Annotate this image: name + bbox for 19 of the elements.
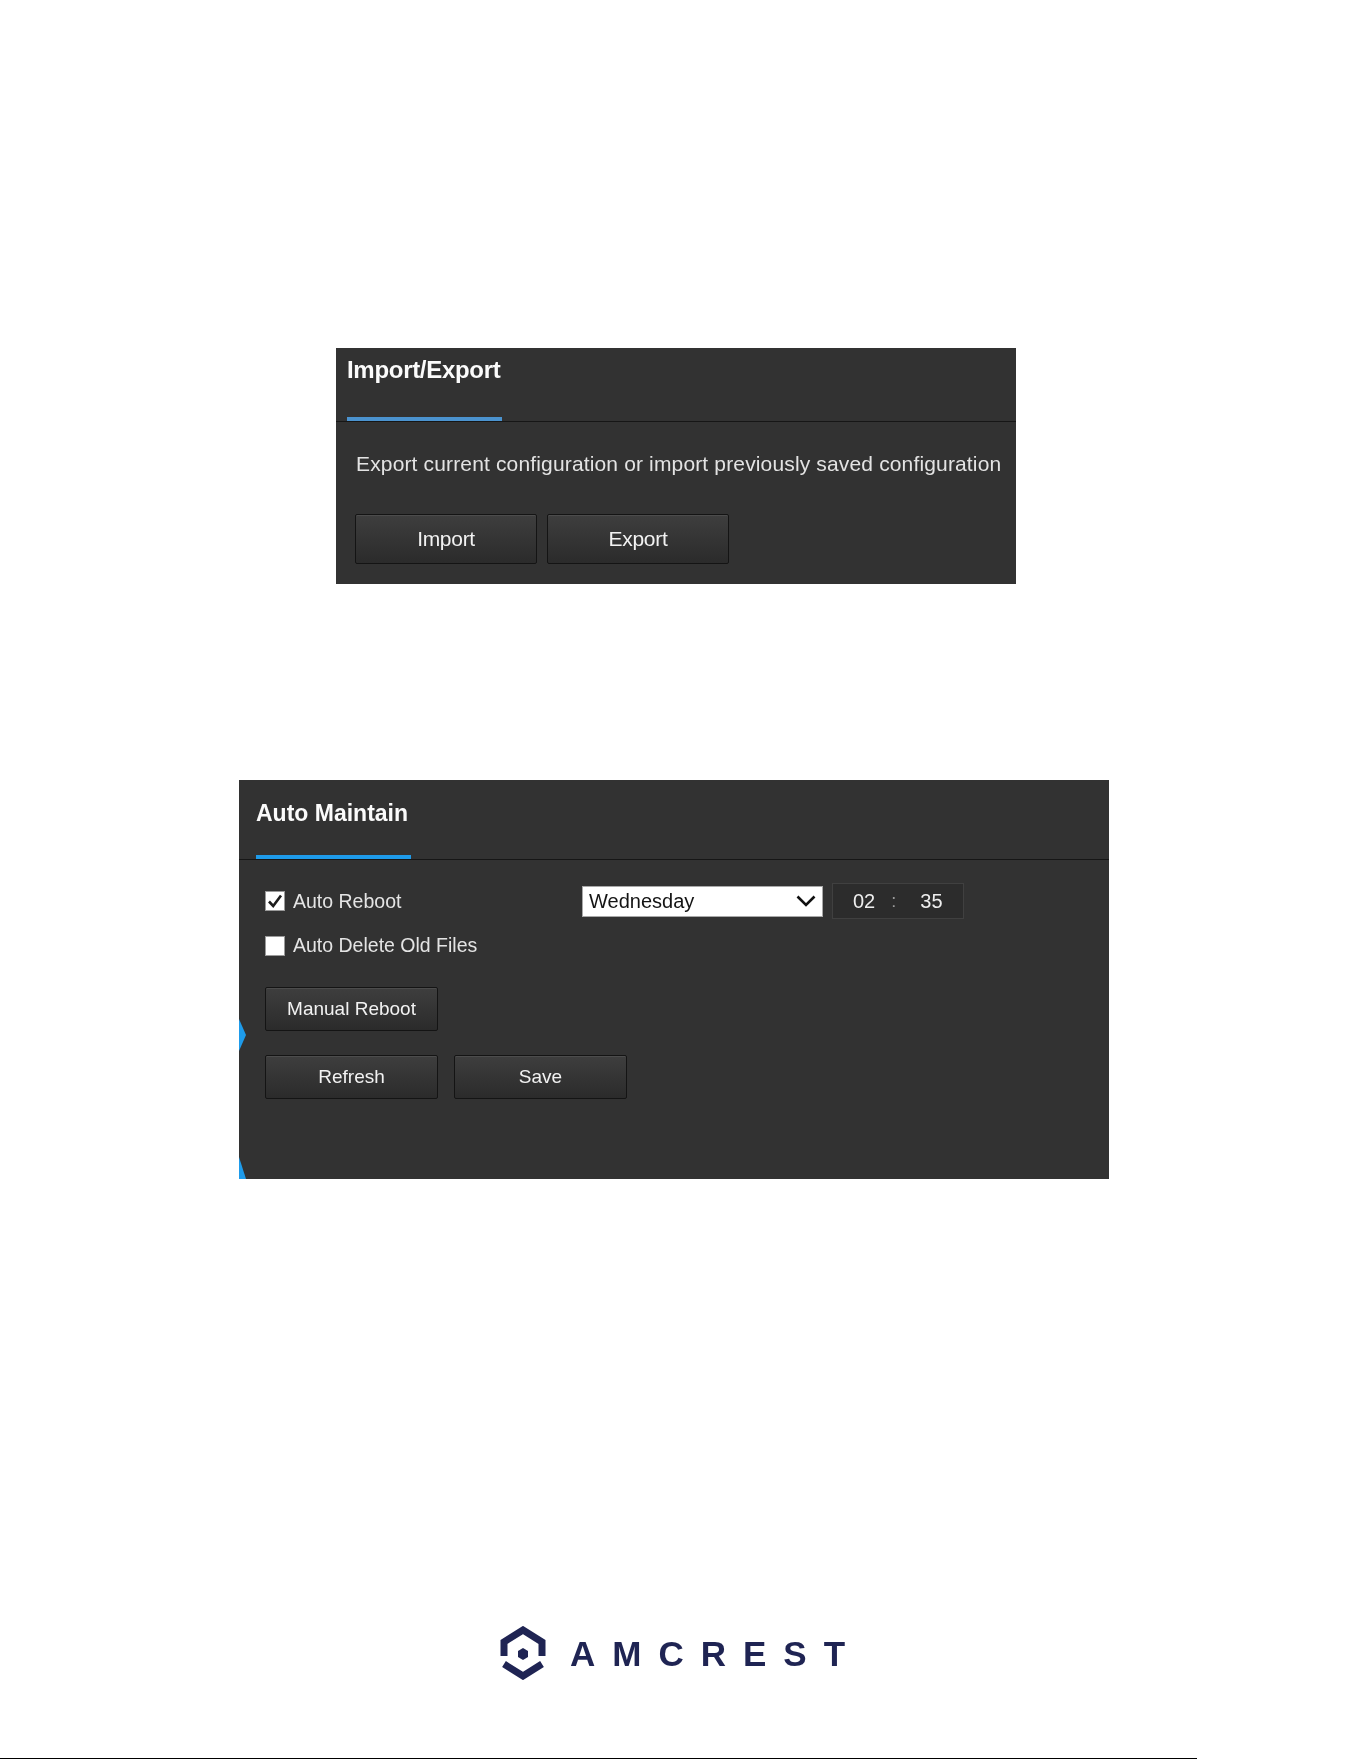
save-button[interactable]: Save	[454, 1055, 627, 1099]
panel-tab[interactable]: Import/Export	[347, 348, 502, 421]
import-button[interactable]: Import	[355, 514, 537, 564]
checkbox[interactable]	[265, 935, 285, 956]
hexagon-logo-icon	[500, 1626, 546, 1680]
pointer-tip-icon	[239, 1157, 246, 1179]
description-text: Export current configuration or import previously saved configuration	[356, 452, 1002, 476]
manual-reboot-button[interactable]: Manual Reboot	[265, 987, 438, 1031]
time-field[interactable]: 02 : 35	[832, 883, 964, 919]
refresh-button[interactable]: Refresh	[265, 1055, 438, 1099]
panel-tab[interactable]: Auto Maintain	[256, 780, 411, 859]
checkbox[interactable]	[265, 891, 285, 911]
checkbox-label: Auto Reboot	[293, 889, 402, 913]
pointer-tip-icon	[239, 1019, 246, 1051]
chevron-down-icon	[796, 895, 816, 907]
day-select[interactable]: Wednesday	[582, 885, 823, 917]
logo-text: AMCREST	[570, 1635, 863, 1671]
export-button[interactable]: Export	[547, 514, 729, 564]
checkbox-label: Auto Delete Old Files	[293, 934, 478, 957]
